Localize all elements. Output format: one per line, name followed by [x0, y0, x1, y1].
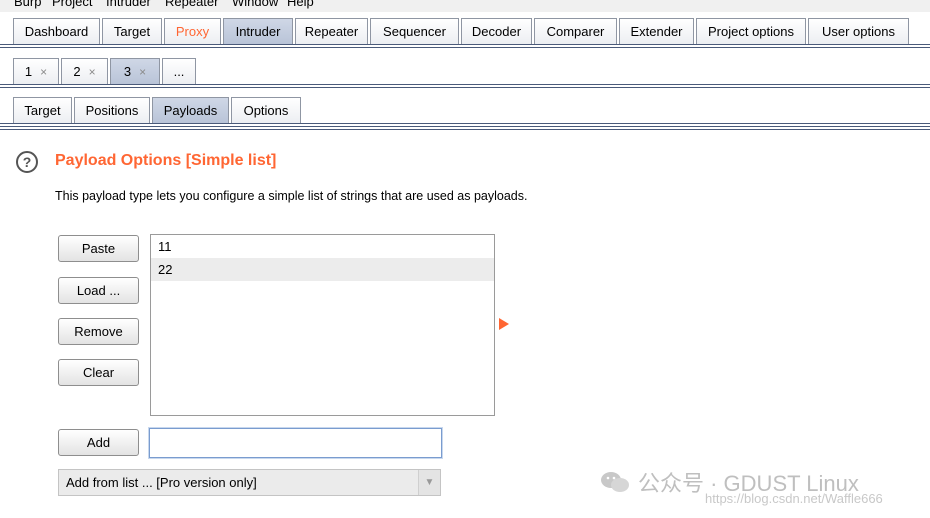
menu-window[interactable]: Window	[232, 0, 278, 9]
tab-proxy[interactable]: Proxy	[164, 18, 221, 44]
tab-user-options[interactable]: User options	[808, 18, 909, 44]
subtab-target[interactable]: Target	[13, 97, 72, 123]
tab-decoder[interactable]: Decoder	[461, 18, 532, 44]
tab-repeater[interactable]: Repeater	[295, 18, 368, 44]
remove-button[interactable]: Remove	[58, 318, 139, 345]
new-attack-tab[interactable]: ...	[162, 58, 196, 84]
tab-bar-divider	[0, 87, 930, 88]
tab-bar-divider	[0, 123, 930, 124]
tab-bar-divider	[0, 126, 930, 127]
list-item[interactable]: 22	[151, 258, 494, 281]
subtab-payloads[interactable]: Payloads	[152, 97, 229, 123]
menu-project[interactable]: Project	[52, 0, 92, 9]
load-button[interactable]: Load ...	[58, 277, 139, 304]
section-description: This payload type lets you configure a s…	[55, 189, 528, 203]
tab-bar-divider	[0, 47, 930, 48]
help-icon[interactable]: ?	[16, 151, 38, 173]
list-item[interactable]: 11	[151, 235, 494, 258]
tab-dashboard[interactable]: Dashboard	[13, 18, 100, 44]
main-tab-bar: Dashboard Target Proxy Intruder Repeater…	[0, 12, 930, 50]
subtab-options[interactable]: Options	[231, 97, 301, 123]
tab-intruder[interactable]: Intruder	[223, 18, 293, 44]
attack-tab-label: 3	[123, 64, 132, 79]
watermark-url: https://blog.csdn.net/Waffle666	[705, 491, 883, 506]
wechat-logo-icon	[601, 472, 629, 492]
tab-bar-divider	[0, 84, 930, 85]
paste-button[interactable]: Paste	[58, 235, 139, 262]
section-title: Payload Options [Simple list]	[55, 152, 277, 169]
tab-target[interactable]: Target	[102, 18, 162, 44]
tab-bar-divider	[0, 44, 930, 45]
close-icon[interactable]: ×	[89, 65, 96, 79]
close-icon[interactable]: ×	[40, 65, 47, 79]
attack-tab-label: 2	[73, 64, 81, 79]
attack-tab-2[interactable]: 2 ×	[61, 58, 108, 84]
clear-button[interactable]: Clear	[58, 359, 139, 386]
collapse-arrow-icon[interactable]	[499, 318, 509, 330]
tab-comparer[interactable]: Comparer	[534, 18, 617, 44]
menu-bar: Burp Project Intruder Repeater Window He…	[0, 0, 930, 12]
subtab-positions[interactable]: Positions	[74, 97, 150, 123]
chevron-down-icon: ▼	[418, 470, 440, 495]
sub-tab-bar: Target Positions Payloads Options	[0, 90, 930, 129]
menu-burp[interactable]: Burp	[14, 0, 41, 9]
attack-tab-1[interactable]: 1 ×	[13, 58, 59, 84]
tab-extender[interactable]: Extender	[619, 18, 694, 44]
attack-tab-label: 1	[24, 64, 33, 79]
tab-sequencer[interactable]: Sequencer	[370, 18, 459, 44]
add-button[interactable]: Add	[58, 429, 139, 456]
menu-intruder[interactable]: Intruder	[106, 0, 151, 9]
payload-list[interactable]: 11 22	[150, 234, 495, 416]
menu-help[interactable]: Help	[287, 0, 314, 9]
attack-tab-3[interactable]: 3 ×	[110, 58, 160, 84]
attack-tab-bar: 1 × 2 × 3 × ...	[0, 50, 930, 88]
select-value: Add from list ... [Pro version only]	[66, 475, 257, 490]
close-icon[interactable]: ×	[139, 65, 146, 79]
add-from-list-select[interactable]: Add from list ... [Pro version only] ▼	[58, 469, 441, 496]
menu-repeater[interactable]: Repeater	[165, 0, 218, 9]
add-payload-input[interactable]	[149, 428, 442, 458]
tab-project-options[interactable]: Project options	[696, 18, 806, 44]
